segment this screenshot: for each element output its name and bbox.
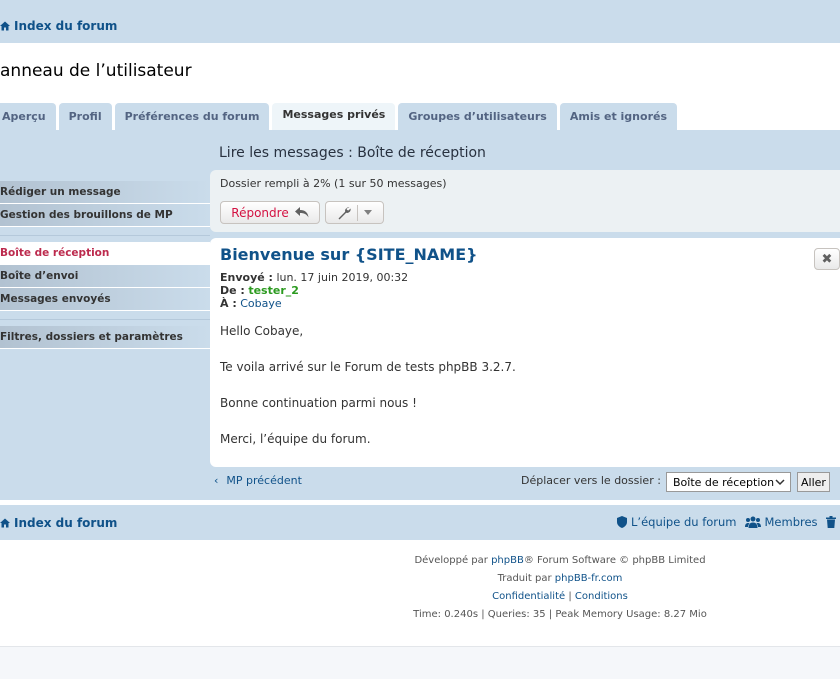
sidebar-item-inbox[interactable]: Boîte de réception — [0, 242, 210, 265]
wrench-icon — [338, 206, 351, 219]
tab-overview[interactable]: Aperçu — [0, 103, 56, 130]
message-body: Hello Cobaye, Te voila arrivé sur le For… — [220, 322, 516, 466]
sidebar-item-drafts[interactable]: Gestion des brouillons de MP — [0, 204, 210, 227]
tab-friends-foes[interactable]: Amis et ignorés — [559, 103, 677, 130]
footer-navbar: Index du forum L’équipe du forum Membres — [0, 505, 840, 540]
footer-breadcrumb-home[interactable]: Index du forum — [0, 516, 117, 530]
reply-arrow-icon — [294, 207, 309, 218]
button-divider — [357, 204, 358, 221]
home-icon — [0, 518, 10, 528]
sidebar-divider — [0, 319, 210, 320]
trash-icon — [825, 516, 836, 528]
team-link[interactable]: L’équipe du forum — [617, 515, 737, 529]
delete-message-button[interactable]: ✖ — [814, 248, 840, 270]
legal-links: Confidentialité | Conditions — [492, 591, 628, 602]
move-folder-select[interactable]: Boîte de réception — [666, 472, 791, 492]
phpbb-fr-link[interactable]: phpBB-fr.com — [555, 573, 623, 584]
go-button[interactable]: Aller — [797, 472, 830, 492]
move-folder-label: Déplacer vers le dossier : — [521, 474, 661, 487]
footer-links: L’équipe du forum Membres S — [617, 515, 840, 529]
previous-message-link[interactable]: ‹ MP précédent — [214, 474, 302, 487]
message-paragraph: Te voila arrivé sur le Forum de tests ph… — [220, 360, 516, 374]
sidebar-item-outbox[interactable]: Boîte d’envoi — [0, 265, 210, 288]
caret-down-icon — [364, 210, 372, 215]
sidebar: Rédiger un message Gestion des brouillon… — [0, 181, 210, 357]
members-link[interactable]: Membres — [744, 515, 818, 529]
content-title: Lire les messages : Boîte de réception — [219, 145, 486, 161]
reply-button[interactable]: Répondre — [220, 201, 320, 224]
ucp-tabs: Aperçu Profil Préférences du forum Messa… — [0, 103, 677, 130]
sidebar-item-filters[interactable]: Filtres, dossiers et paramètres — [0, 326, 210, 349]
translation-line: Traduit par phpBB-fr.com — [497, 573, 623, 584]
reply-button-label: Répondre — [231, 205, 289, 220]
tab-user-groups[interactable]: Groupes d’utilisateurs — [398, 103, 557, 130]
close-icon: ✖ — [821, 251, 833, 267]
message-paragraph: Merci, l’équipe du forum. — [220, 432, 371, 446]
terms-link[interactable]: Conditions — [575, 591, 628, 602]
recipient-link[interactable]: Cobaye — [240, 297, 281, 310]
chevron-down-icon — [775, 479, 785, 486]
folder-status: Dossier rempli à 2% (1 sur 50 messages) — [220, 177, 447, 190]
breadcrumb-home-label: Index du forum — [14, 19, 118, 33]
sidebar-item-sent[interactable]: Messages envoyés — [0, 288, 210, 311]
message-subject: Bienvenue sur {SITE_NAME} — [220, 245, 478, 264]
message-author: De : tester_2 — [220, 284, 299, 297]
sidebar-item-compose[interactable]: Rédiger un message — [0, 181, 210, 204]
delete-cookies-link[interactable]: S — [825, 515, 840, 529]
sidebar-group-compose: Rédiger un message Gestion des brouillon… — [0, 181, 210, 227]
copyright-line: Développé par phpBB® Forum Software © ph… — [414, 555, 706, 566]
message-paragraph: Bonne continuation parmi nous ! — [220, 396, 417, 410]
tools-dropdown-button[interactable] — [325, 201, 384, 224]
shield-icon — [617, 516, 627, 528]
sidebar-group-folders: Boîte de réception Boîte d’envoi Message… — [0, 242, 210, 311]
previous-message-label: MP précédent — [226, 474, 302, 487]
chevron-left-icon: ‹ — [214, 474, 219, 487]
tab-private-messages[interactable]: Messages privés — [272, 103, 396, 130]
copyright: Développé par phpBB® Forum Software © ph… — [340, 552, 780, 624]
sidebar-divider — [0, 235, 210, 236]
phpbb-link[interactable]: phpBB — [491, 555, 524, 566]
users-icon — [744, 516, 761, 528]
message-recipient: À : Cobaye — [220, 297, 282, 310]
page-title: anneau de l’utilisateur — [0, 61, 192, 81]
debug-stats: Time: 0.240s | Queries: 35 | Peak Memory… — [413, 609, 707, 620]
message-paragraph: Hello Cobaye, — [220, 324, 304, 338]
home-icon — [0, 21, 10, 31]
author-link[interactable]: tester_2 — [248, 284, 299, 297]
tab-forum-preferences[interactable]: Préférences du forum — [114, 103, 270, 130]
sidebar-group-settings: Filtres, dossiers et paramètres — [0, 326, 210, 349]
top-navbar: Index du forum — [0, 10, 840, 43]
message-sent-date: Envoyé : lun. 17 juin 2019, 00:32 — [220, 271, 409, 284]
privacy-link[interactable]: Confidentialité — [492, 591, 565, 602]
breadcrumb-home[interactable]: Index du forum — [0, 19, 117, 33]
tab-profile[interactable]: Profil — [58, 103, 112, 130]
